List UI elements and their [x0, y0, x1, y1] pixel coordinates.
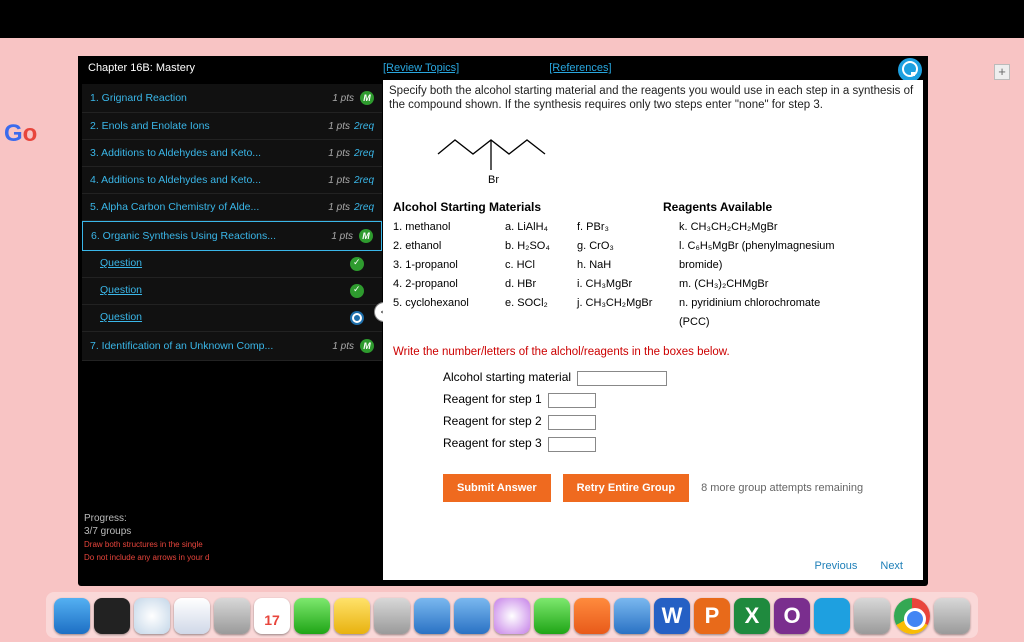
topic-label: 7. Identification of an Unknown Comp... [90, 340, 273, 352]
safari-icon[interactable] [134, 598, 170, 634]
submit-answer-button[interactable]: Submit Answer [443, 474, 551, 502]
reagent-option: l. C₆H₅MgBr (phenylmagnesium bromide) [679, 237, 849, 275]
mastery-icon: M [360, 91, 374, 105]
preferences-icon[interactable] [854, 598, 890, 634]
mastery-icon: M [360, 339, 374, 353]
reagent-step3-input[interactable] [548, 437, 596, 452]
alcohol-option: 5. cyclohexanol [393, 294, 493, 313]
ibooks-icon[interactable] [574, 598, 610, 634]
answer-form: Alcohol starting material Reagent for st… [443, 366, 923, 454]
notes-icon[interactable] [334, 598, 370, 634]
alcohol-option: 3. 1-propanol [393, 256, 493, 275]
topic-6-current[interactable]: 6. Organic Synthesis Using Reactions... … [82, 221, 382, 251]
new-tab-button[interactable]: + [994, 64, 1010, 80]
alcohol-option: 1. methanol [393, 218, 493, 237]
launchpad-icon[interactable] [94, 598, 130, 634]
chrome-icon[interactable] [894, 598, 930, 634]
menubar-blackout [0, 0, 1024, 38]
reagent-option: k. CH₃CH₂CH₂MgBr [679, 218, 849, 237]
word-icon[interactable]: W [654, 598, 690, 634]
topic-label: 3. Additions to Aldehydes and Keto... [90, 147, 261, 159]
question-pane: Specify both the alcohol starting materi… [383, 80, 923, 580]
question-instruction: Specify both the alcohol starting materi… [383, 80, 923, 120]
trash-icon[interactable] [934, 598, 970, 634]
previous-link[interactable]: Previous [815, 560, 858, 572]
reagent-option: j. CH₃CH₂MgBr [577, 294, 667, 313]
review-topics-link[interactable]: [Review Topics] [383, 62, 459, 78]
owl-window: Chapter 16B: Mastery [Review Topics] [Re… [78, 56, 928, 586]
check-icon [350, 257, 364, 271]
topic-3[interactable]: 3. Additions to Aldehydes and Keto... 1 … [82, 140, 382, 167]
reagent-option: a. LiAlH₄ [505, 218, 565, 237]
reagent-option: n. pyridinium chlorochromate (PCC) [679, 294, 849, 332]
topic-label: 6. Organic Synthesis Using Reactions... [91, 230, 276, 242]
help-icon[interactable] [898, 58, 922, 82]
check-icon [350, 284, 364, 298]
topic-label: 4. Additions to Aldehydes and Keto... [90, 174, 261, 186]
mail-icon[interactable] [174, 598, 210, 634]
alcohol-option: 4. 2-propanol [393, 275, 493, 294]
reagents-heading: Reagents Available [663, 200, 923, 214]
next-link[interactable]: Next [880, 560, 903, 572]
topic-4[interactable]: 4. Additions to Aldehydes and Keto... 1 … [82, 167, 382, 194]
topic-5[interactable]: 5. Alpha Carbon Chemistry of Alde... 1 p… [82, 194, 382, 221]
reagent-step1-input[interactable] [548, 393, 596, 408]
references-link[interactable]: [References] [549, 62, 611, 78]
messages-icon[interactable] [294, 598, 330, 634]
step3-label: Reagent for step 3 [443, 436, 542, 450]
reagent-step2-input[interactable] [548, 415, 596, 430]
reagent-option: c. HCl [505, 256, 565, 275]
reminders-icon[interactable] [374, 598, 410, 634]
reagent-option: b. H₂SO₄ [505, 237, 565, 256]
chapter-title: Chapter 16B: Mastery [88, 62, 383, 78]
question-link-2[interactable]: Question [82, 278, 382, 305]
attempts-remaining: 8 more group attempts remaining [701, 482, 863, 494]
retry-group-button[interactable]: Retry Entire Group [563, 474, 689, 502]
topic-label: 2. Enols and Enolate Ions [90, 120, 210, 132]
google-logo-fragment: Go [4, 120, 37, 148]
reagent-option: h. NaH [577, 256, 667, 275]
starting-label: Alcohol starting material [443, 370, 571, 384]
appstore-icon[interactable] [614, 598, 650, 634]
calendar-icon[interactable]: 17 [254, 598, 290, 634]
photos-icon[interactable] [454, 598, 490, 634]
macos-dock: 17 W P X O [46, 592, 978, 638]
topic-label: 1. Grignard Reaction [90, 92, 187, 104]
progress-indicator: Progress: 3/7 groups Draw both structure… [84, 512, 209, 564]
topic-2[interactable]: 2. Enols and Enolate Ions 1 pts2req [82, 113, 382, 140]
topic-7[interactable]: 7. Identification of an Unknown Comp... … [82, 332, 382, 361]
powerpoint-icon[interactable]: P [694, 598, 730, 634]
starting-material-input[interactable] [577, 371, 667, 386]
question-link-1[interactable]: Question [82, 251, 382, 278]
step1-label: Reagent for step 1 [443, 392, 542, 406]
reagent-option: i. CH₃MgBr [577, 275, 667, 294]
step2-label: Reagent for step 2 [443, 414, 542, 428]
finder-icon[interactable] [54, 598, 90, 634]
reagent-option: m. (CH₃)₂CHMgBr [679, 275, 849, 294]
current-icon [350, 311, 364, 325]
materials-grid: 1. methanol 2. ethanol 3. 1-propanol 4. … [383, 218, 923, 332]
compound-structure: Br [433, 126, 553, 188]
topic-sidebar: 1. Grignard Reaction 1 ptsM 2. Enols and… [82, 84, 382, 361]
reagent-option: e. SOCl₂ [505, 294, 565, 313]
alcohol-option: 2. ethanol [393, 237, 493, 256]
contacts-icon[interactable] [214, 598, 250, 634]
skype-icon[interactable] [814, 598, 850, 634]
reagent-option: f. PBr₃ [577, 218, 667, 237]
maps-icon[interactable] [414, 598, 450, 634]
excel-icon[interactable]: X [734, 598, 770, 634]
answer-prompt: Write the number/letters of the alchol/r… [393, 346, 923, 358]
itunes-icon[interactable] [494, 598, 530, 634]
onenote-icon[interactable]: O [774, 598, 810, 634]
topic-label: 5. Alpha Carbon Chemistry of Alde... [90, 201, 259, 213]
mastery-icon: M [359, 229, 373, 243]
facetime-icon[interactable] [534, 598, 570, 634]
reagent-option: g. CrO₃ [577, 237, 667, 256]
topic-1[interactable]: 1. Grignard Reaction 1 ptsM [82, 84, 382, 113]
br-label: Br [488, 174, 499, 186]
reagent-option: d. HBr [505, 275, 565, 294]
alcohol-heading: Alcohol Starting Materials [393, 200, 653, 214]
question-link-3[interactable]: Question [82, 305, 382, 332]
